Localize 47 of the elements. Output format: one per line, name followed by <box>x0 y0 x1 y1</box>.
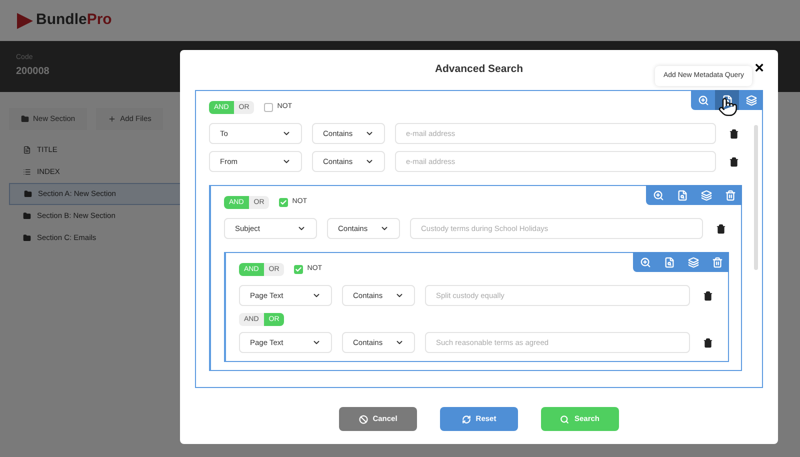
folder-icon <box>23 212 31 220</box>
chevron-icon <box>380 224 389 233</box>
trash-icon[interactable] <box>703 338 713 348</box>
check-icon <box>295 266 302 273</box>
file-search-icon <box>676 190 688 200</box>
scrollbar[interactable] <box>754 125 758 270</box>
refresh-icon <box>462 414 471 424</box>
not-checkbox[interactable] <box>279 198 288 207</box>
chevron-icon <box>312 291 321 300</box>
chevron-icon <box>282 157 291 166</box>
code-value: 200008 <box>16 64 50 78</box>
layers-icon <box>688 256 698 268</box>
layers-icon <box>746 94 756 106</box>
search-icon <box>560 414 570 424</box>
not-checkbox[interactable] <box>294 265 304 274</box>
trash-icon[interactable] <box>716 224 726 234</box>
file-search-icon <box>664 256 674 268</box>
ban-icon <box>358 414 368 424</box>
zoom-in-icon <box>640 256 650 268</box>
chevron-icon <box>395 338 404 347</box>
trash-icon <box>712 256 722 268</box>
document-icon <box>23 146 31 154</box>
trash-icon[interactable] <box>703 290 713 300</box>
chevron-icon <box>297 224 306 233</box>
trash-icon[interactable] <box>729 156 739 166</box>
chevron-icon <box>365 129 374 138</box>
not-checkbox[interactable] <box>264 103 274 112</box>
trash-icon <box>724 190 736 200</box>
chevron-icon <box>395 291 404 300</box>
check-icon <box>280 199 288 206</box>
layers-icon <box>700 190 712 200</box>
dialog-title: Advanced Search <box>434 62 524 78</box>
close-button[interactable]: × <box>754 61 764 77</box>
zoom-in-icon <box>652 190 664 200</box>
folder-icon <box>21 115 29 123</box>
list-icon <box>23 168 31 176</box>
chevron-icon <box>312 338 321 347</box>
logo-mark-icon <box>16 10 34 30</box>
chevron-icon <box>365 157 374 166</box>
chevron-icon <box>282 129 291 138</box>
logo: BundlePro <box>16 9 112 32</box>
folder-icon <box>23 234 31 242</box>
plus-icon <box>108 115 116 123</box>
trash-icon[interactable] <box>729 128 739 138</box>
hand-cursor-icon <box>718 97 738 117</box>
zoom-in-icon <box>698 94 708 106</box>
folder-icon <box>24 190 32 198</box>
